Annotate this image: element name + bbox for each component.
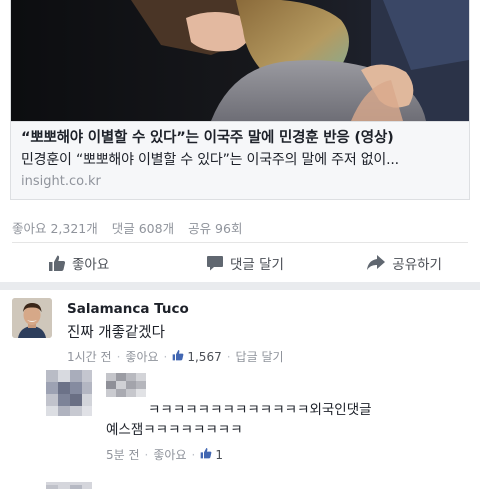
speech-bubble-icon [206, 254, 224, 272]
thumbs-up-icon [48, 254, 66, 272]
comment-like-button[interactable]: 좋아요 [153, 446, 186, 463]
comment-like-button[interactable]: 좋아요 [125, 348, 158, 365]
like-button-label: 좋아요 [72, 257, 110, 273]
link-description: 민경훈이 “뽀뽀해야 이별할 수 있다”는 이국주의 말에 주저 없이... [21, 152, 399, 168]
link-thumbnail-image[interactable] [11, 0, 469, 121]
comment-text: 진짜 개좋같겠다 [67, 325, 165, 341]
comment-like-number: 1 [215, 447, 223, 462]
share-count[interactable]: 공유 96회 [188, 221, 242, 236]
comment-like-count[interactable]: 1 [200, 447, 223, 462]
comment-meta: 1시간 전 · 좋아요 · 1,567 · 답글 달기 [67, 348, 284, 365]
avatar-blurred[interactable] [46, 370, 92, 416]
thumbs-up-icon [172, 349, 184, 364]
avatar[interactable] [12, 298, 52, 338]
comment-count[interactable]: 댓글 608개 [112, 221, 174, 236]
action-bar: 좋아요 댓글 달기 공유하기 [0, 246, 480, 280]
meta-separator: · [144, 447, 149, 462]
comments-section: Salamanca Tuco 진짜 개좋같겠다 1시간 전 · 좋아요 · 1,… [0, 290, 480, 489]
like-count[interactable]: 좋아요 2,321개 [12, 221, 98, 236]
comment-meta: 5분 전 · 좋아요 · 1 [106, 446, 223, 463]
link-domain: insight.co.kr [21, 174, 101, 189]
comment-text-line: ㅋㅋㅋㅋㅋㅋㅋㅋㅋㅋㅋㅋㅋ외국인댓글 [148, 402, 372, 418]
comment-time[interactable]: 5분 전 [106, 446, 140, 463]
share-button[interactable]: 공유하기 [311, 246, 480, 280]
link-preview[interactable]: “뽀뽀해야 이별할 수 있다”는 이국주 말에 민경훈 반응 (영상) 민경훈이… [10, 0, 470, 200]
next-comment-avatar-partial [46, 478, 92, 489]
comment-reply-button[interactable]: 답글 달기 [236, 348, 284, 365]
comment-time[interactable]: 1시간 전 [67, 348, 112, 365]
comment-like-count[interactable]: 1,567 [172, 349, 222, 364]
author-name-blurred[interactable] [106, 373, 146, 403]
like-button[interactable]: 좋아요 [0, 246, 179, 280]
thumbs-up-icon [200, 447, 212, 462]
meta-separator: · [226, 349, 231, 364]
comment-text-line: 예스잼ㅋㅋㅋㅋㅋㅋㅋㅋ [106, 422, 243, 438]
comment-text: ㅋㅋㅋㅋㅋㅋㅋㅋㅋㅋㅋㅋㅋ외국인댓글 예스잼ㅋㅋㅋㅋㅋㅋㅋㅋ [106, 400, 468, 440]
meta-separator: · [116, 349, 121, 364]
comment-like-number: 1,567 [187, 349, 222, 364]
meta-separator: · [163, 349, 168, 364]
divider [12, 242, 468, 243]
share-button-label: 공유하기 [392, 257, 442, 273]
comment-button-label: 댓글 달기 [230, 257, 284, 273]
link-text-block[interactable]: “뽀뽀해야 이별할 수 있다”는 이국주 말에 민경훈 반응 (영상) 민경훈이… [11, 121, 469, 199]
post-card: “뽀뽀해야 이별할 수 있다”는 이국주 말에 민경훈 반응 (영상) 민경훈이… [0, 0, 480, 282]
comment-button[interactable]: 댓글 달기 [179, 246, 310, 280]
comment-author[interactable]: Salamanca Tuco [67, 301, 189, 317]
share-arrow-icon [366, 254, 386, 272]
meta-separator: · [191, 447, 196, 462]
link-title[interactable]: “뽀뽀해야 이별할 수 있다”는 이국주 말에 민경훈 반응 (영상) [21, 128, 459, 148]
engagement-stats: 좋아요 2,321개 댓글 608개 공유 96회 [12, 218, 252, 237]
